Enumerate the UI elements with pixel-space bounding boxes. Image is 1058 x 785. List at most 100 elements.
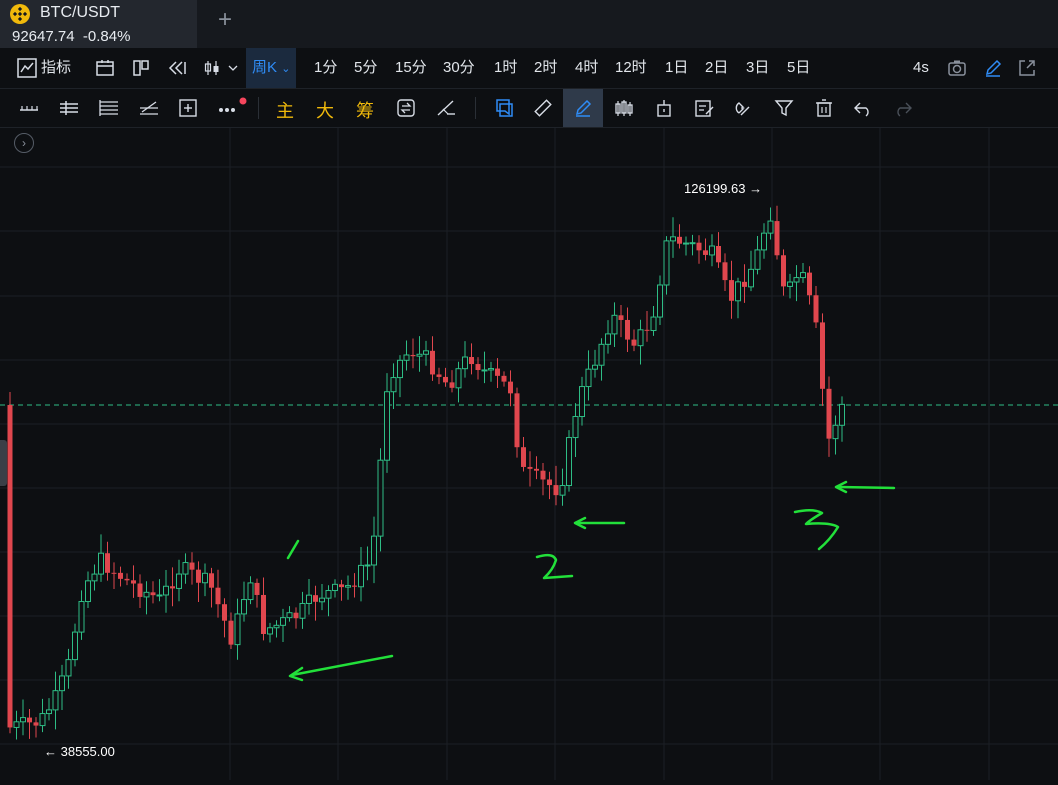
indicators-button[interactable]: 指标 [41,58,71,78]
interval-30min[interactable]: 30分 [443,58,475,78]
redo-icon[interactable] [892,97,914,119]
candle-body [241,599,247,615]
interval-1min[interactable]: 1分 [314,58,337,78]
more-tools-icon[interactable] [217,97,247,119]
edit-note-icon[interactable] [693,97,715,119]
add-shape-icon[interactable] [177,97,199,119]
interval-5d[interactable]: 5日 [787,58,810,78]
annotation-mark-1 [286,539,300,560]
candle-body [767,220,774,234]
candle-body [306,594,312,604]
candle-body [78,601,85,633]
big-order-button[interactable]: 大 [316,97,334,123]
interval-2d[interactable]: 2日 [705,58,728,78]
ruler-icon[interactable] [532,97,554,119]
interval-3d[interactable]: 3日 [746,58,769,78]
candle-body [559,485,566,496]
interval-4h[interactable]: 4时 [575,58,598,78]
candle-body [254,582,260,595]
camera-icon[interactable] [946,57,968,79]
toolbar-divider [258,97,259,119]
trend-lines-icon[interactable] [138,97,160,119]
candle-body [787,281,793,287]
candle-body [364,564,371,567]
candle-body [443,376,448,383]
filter-icon[interactable] [773,97,795,119]
candlestick-chart[interactable] [0,128,1058,780]
collapse-toggle-icon[interactable]: › [14,133,34,153]
annotation-arrow-1 [290,654,394,677]
candle-body [91,573,98,582]
main-indicator-button[interactable]: 主 [276,97,294,123]
binance-logo-icon [10,4,30,24]
interval-5min[interactable]: 5分 [354,58,377,78]
candle-body [462,356,468,370]
interval-1h[interactable]: 1时 [494,58,517,78]
split-view-icon[interactable] [130,57,152,79]
candle-body [553,485,559,496]
candle-body [820,322,825,389]
candle-body [182,562,189,575]
popout-icon[interactable] [1016,57,1038,79]
undo-icon[interactable] [852,97,874,119]
candle-body [189,562,195,570]
add-tab-icon[interactable]: + [214,8,236,32]
drawing-mode-icon[interactable] [563,89,603,127]
interval-weekly[interactable]: 周K ⌄ [246,48,297,88]
fib-lines-icon[interactable] [98,97,120,119]
indicator-icon[interactable] [16,57,38,79]
toolbar-divider [475,97,476,119]
candle-body [514,393,520,448]
candles-icon[interactable] [613,97,635,119]
candle-body [469,357,474,365]
tab-btc-usdt[interactable]: BTC/USDT 92647.74 -0.84% [0,0,197,48]
select-mode-icon[interactable] [493,97,515,119]
candle-body [150,592,156,596]
candle-body [625,319,630,340]
swap-icon[interactable] [395,97,417,119]
replay-icon[interactable] [166,57,188,79]
draw-pen-icon[interactable] [982,57,1004,79]
candle-body [377,459,384,537]
chart-type-icon[interactable] [203,57,239,79]
candle-body [390,377,397,393]
candle-body [13,721,20,728]
candle-body [234,613,241,646]
layout-icon[interactable] [94,57,116,79]
delete-icon[interactable] [813,97,835,119]
candle-body [137,583,143,597]
lock-icon[interactable] [653,97,675,119]
side-panel-handle[interactable] [0,440,7,486]
candle-body [534,468,539,471]
candle-body [540,470,546,480]
candle-body [644,329,650,331]
candle-body [358,564,364,588]
interval-15min[interactable]: 15分 [395,58,427,78]
interval-1d[interactable]: 1日 [665,58,688,78]
magnet-icon[interactable] [733,97,755,119]
candle-body [163,585,169,596]
candle-body [325,590,332,599]
measure-icon[interactable] [435,97,457,119]
candle-body [7,405,13,728]
chip-distribution-button[interactable]: 筹 [356,97,374,123]
interval-12h[interactable]: 12时 [615,58,647,78]
candle-body [527,466,533,469]
candle-body [598,343,605,366]
candle-body [131,580,136,584]
candle-body [481,369,488,372]
interval-2h[interactable]: 2时 [534,58,557,78]
parallel-lines-icon[interactable] [58,97,80,119]
candle-body [488,368,494,371]
annotation-mark-3 [793,509,840,551]
price-chart[interactable]: 126199.63 → ← 38555.00 [0,128,1058,780]
refresh-rate[interactable]: 4s [913,58,929,78]
candle-body [683,242,689,245]
candle-body [397,359,403,379]
candle-body [202,572,208,584]
candle-body [592,364,598,370]
horizontal-line-icon[interactable] [18,97,40,119]
candle-body [228,620,234,645]
candle-body [293,612,299,619]
candle-body [105,553,110,573]
